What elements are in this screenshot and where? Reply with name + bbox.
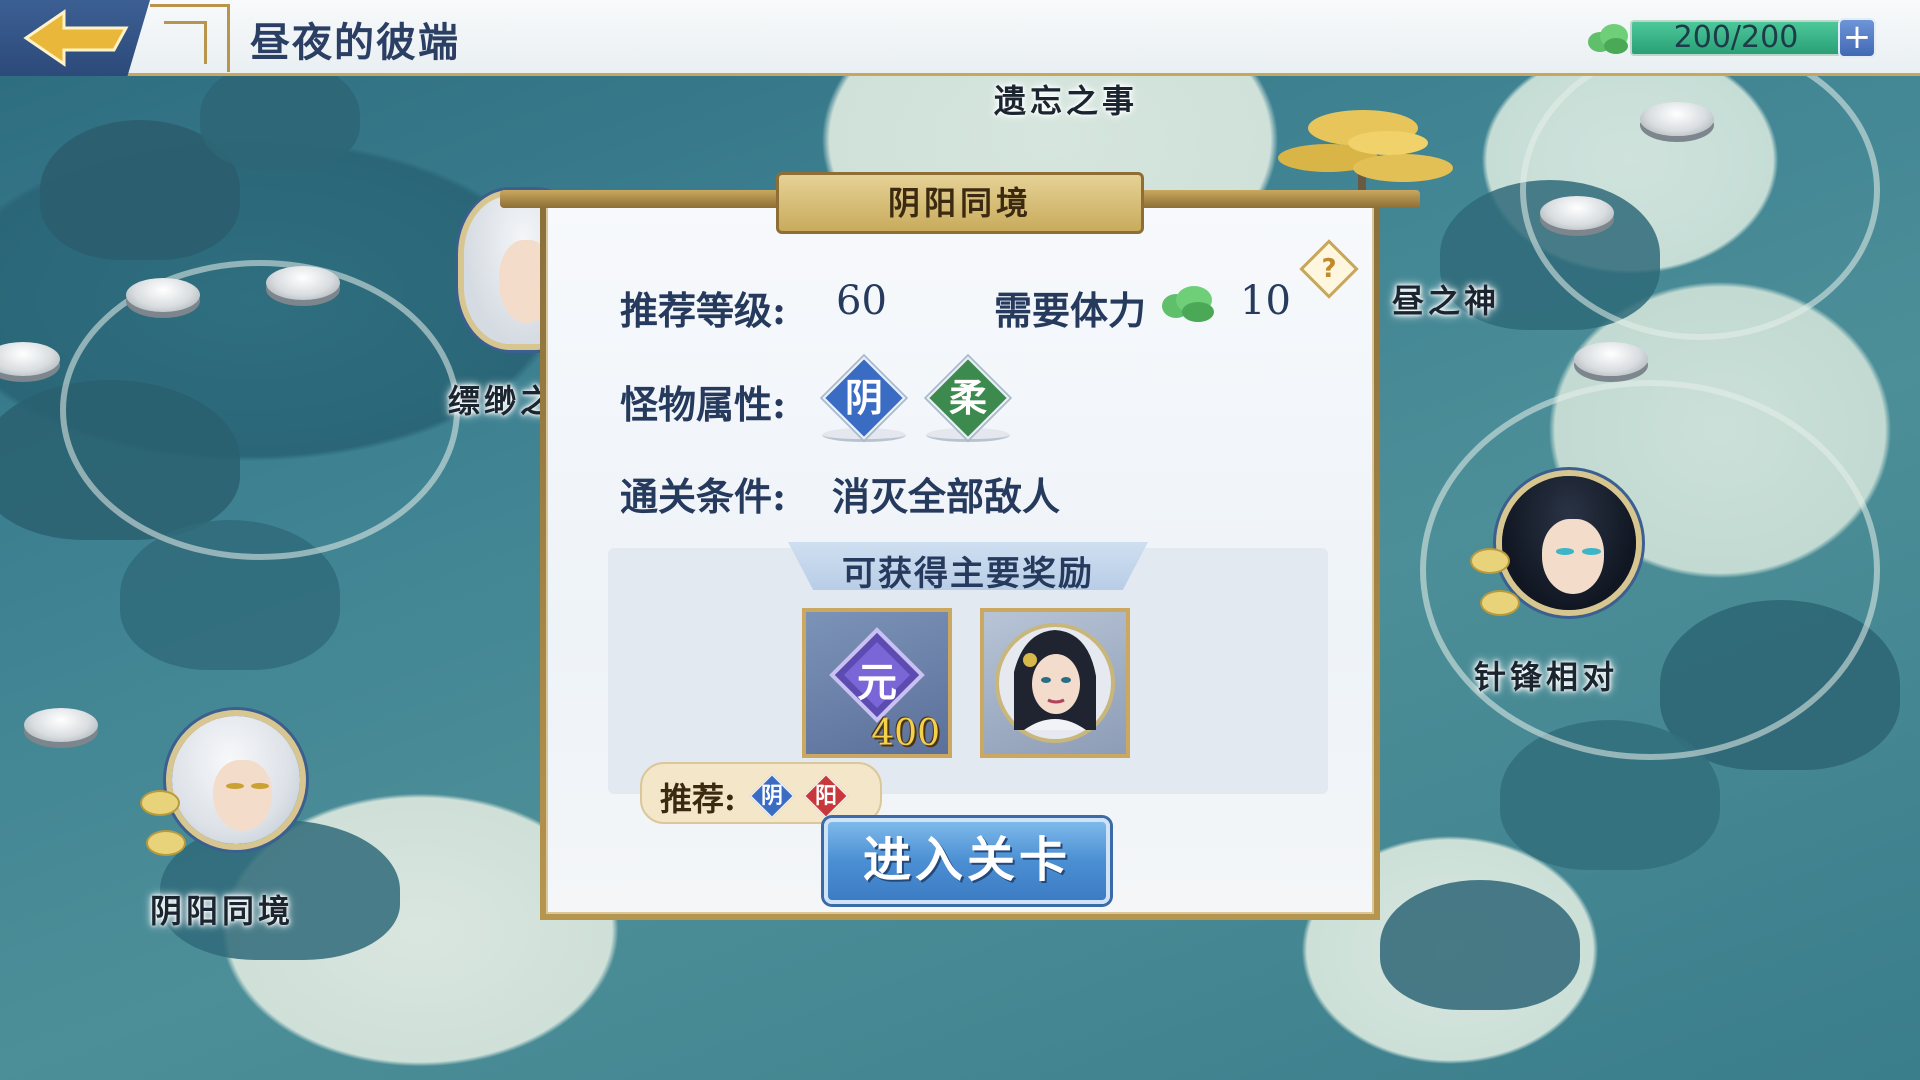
- mountain: [1380, 880, 1580, 1010]
- character-portrait-confront[interactable]: [1496, 470, 1642, 616]
- map-label-forgotten[interactable]: 遗忘之事: [994, 76, 1138, 122]
- stage-dialog: ? 推荐等级: 60 需要体力 10 怪物属性: 阴 柔 通关条件: 消灭全部敌…: [500, 172, 1420, 920]
- map-label-yinyang[interactable]: 阴阳同境: [150, 886, 294, 932]
- stage-node[interactable]: [266, 266, 340, 300]
- title-decoration: [150, 4, 230, 72]
- recommend-tag: 推荐: 阴 阳: [640, 762, 882, 824]
- stage-node[interactable]: [1640, 102, 1714, 136]
- monster-attribute-label: 怪物属性:: [620, 382, 787, 427]
- recommend-yin-badge: 阴: [749, 773, 795, 819]
- mountain: [200, 60, 360, 170]
- stage-node[interactable]: [126, 278, 200, 312]
- reward-item-character[interactable]: [980, 608, 1130, 758]
- clear-condition-label: 通关条件:: [620, 474, 787, 519]
- leaf-decoration: [1470, 548, 1510, 574]
- map-label-day-god[interactable]: 昼之神: [1392, 276, 1500, 322]
- cloud-icon: [1162, 286, 1214, 322]
- reward-panel: 可获得主要奖励 元 400: [608, 542, 1328, 794]
- reward-item-count: 400: [871, 713, 940, 754]
- attribute-rou-badge: 柔: [926, 356, 1010, 442]
- character-avatar-icon: [995, 623, 1115, 743]
- add-stamina-button[interactable]: +: [1838, 18, 1876, 58]
- stage-node[interactable]: [24, 708, 98, 742]
- leaf-decoration: [140, 790, 180, 816]
- cloud-icon: [1588, 24, 1628, 54]
- stage-node[interactable]: [1540, 196, 1614, 230]
- page-title: 昼夜的彼端: [250, 19, 460, 66]
- river-path: [60, 260, 460, 560]
- stamina-cost-label: 需要体力: [994, 288, 1147, 333]
- dialog-body: ? 推荐等级: 60 需要体力 10 怪物属性: 阴 柔 通关条件: 消灭全部敌…: [546, 206, 1374, 914]
- back-button[interactable]: [0, 0, 150, 76]
- river-path: [1520, 40, 1880, 340]
- leaf-decoration: [1480, 590, 1520, 616]
- map-label-confront[interactable]: 针锋相对: [1474, 652, 1618, 698]
- enter-stage-button[interactable]: 进入关卡: [824, 818, 1110, 904]
- clear-condition-value: 消灭全部敌人: [832, 474, 1061, 519]
- back-arrow-icon: [23, 9, 129, 67]
- question-icon: ?: [1321, 254, 1337, 284]
- attribute-yin-badge: 阴: [822, 356, 906, 442]
- stage-node[interactable]: [1574, 342, 1648, 376]
- leaf-decoration: [146, 830, 186, 856]
- recommend-yang-badge: 阳: [803, 773, 849, 819]
- stamina-value: 200/200: [1630, 20, 1842, 56]
- recommended-level-label: 推荐等级:: [620, 288, 787, 333]
- top-bar: 昼夜的彼端 200/200 +: [0, 0, 1920, 76]
- dialog-frame: ? 推荐等级: 60 需要体力 10 怪物属性: 阴 柔 通关条件: 消灭全部敌…: [540, 200, 1380, 920]
- reward-item-currency[interactable]: 元 400: [802, 608, 952, 758]
- character-portrait-yinyang[interactable]: [166, 710, 306, 850]
- recommended-level-value: 60: [836, 278, 887, 324]
- reward-item-symbol: 元: [857, 659, 897, 706]
- reward-title: 可获得主要奖励: [842, 554, 1094, 594]
- stamina-cost-value: 10: [1240, 278, 1291, 324]
- recommend-label: 推荐:: [660, 780, 736, 818]
- help-button[interactable]: ?: [1299, 239, 1359, 299]
- dialog-title: 阴阳同境: [776, 172, 1144, 234]
- stamina-counter: 200/200 +: [1586, 16, 1876, 60]
